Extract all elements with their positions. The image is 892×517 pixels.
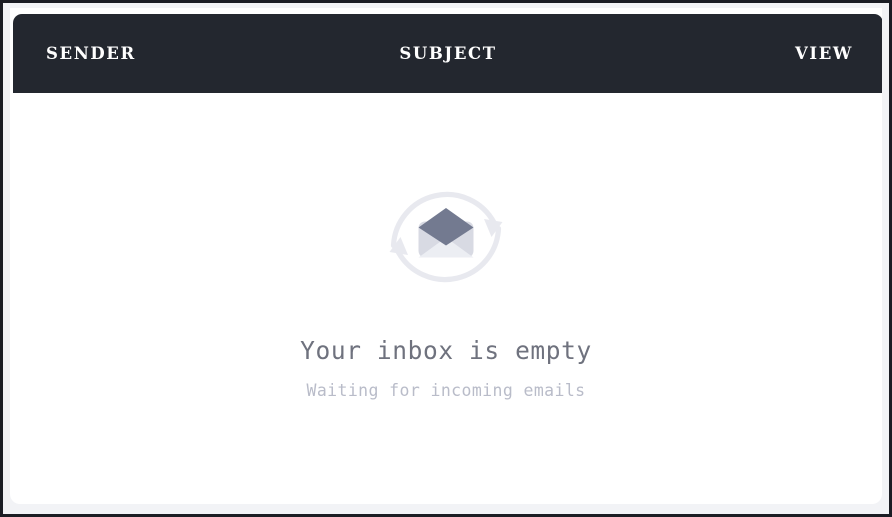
empty-inbox-state: Your inbox is empty Waiting for incoming… xyxy=(10,93,882,504)
inbox-card: SENDER SUBJECT VIEW Your inbox is empty … xyxy=(10,8,882,504)
empty-state-subtitle: Waiting for incoming emails xyxy=(306,381,586,400)
column-header-subject[interactable]: SUBJECT xyxy=(13,14,882,93)
envelope-sync-icon xyxy=(389,191,503,283)
column-header-view[interactable]: VIEW xyxy=(795,14,853,93)
inbox-table-header: SENDER SUBJECT VIEW xyxy=(13,14,882,93)
empty-state-title: Your inbox is empty xyxy=(300,336,592,365)
app-window: SENDER SUBJECT VIEW Your inbox is empty … xyxy=(0,0,892,517)
